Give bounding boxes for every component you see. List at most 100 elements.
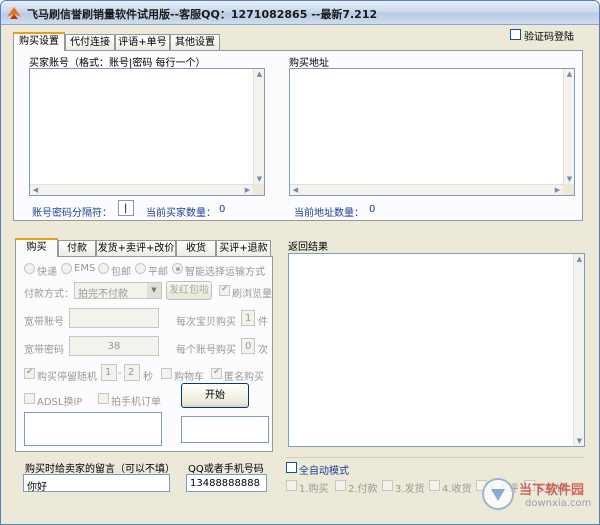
purchase-settings-panel: 买家账号（格式：账号|密码 每行一个） ▲ ▼ ◀ ▶ 购买地址 ▲ ▼ ◀ ▶… — [13, 50, 583, 221]
tab-other-settings[interactable]: 其他设置 — [170, 34, 220, 51]
broadband-account-label: 宽带账号 — [24, 317, 64, 328]
address-count-label: 当前地址数量： — [294, 208, 364, 219]
step-buy-checkbox[interactable] — [286, 480, 297, 491]
buyer-count-value: 0 — [219, 204, 226, 215]
tab-review-refund[interactable]: 买评+退款 — [216, 240, 271, 257]
cart-label: 购物车 — [174, 372, 204, 383]
tab-ship-review-price[interactable]: 发货+卖评+改价 — [96, 240, 176, 257]
shipping-express-label: 快递 — [37, 267, 57, 278]
broadband-password-label: 宽带密码 — [24, 345, 64, 356]
message-input[interactable]: 你好 — [23, 474, 170, 493]
horizontal-scrollbar[interactable]: ◀ ▶ — [290, 184, 563, 195]
payment-method-label: 付款方式： — [24, 289, 74, 300]
per-account-label: 每个账号购买 — [176, 345, 236, 356]
download-logo-icon — [482, 478, 514, 510]
anonymous-label: 匿名购买 — [224, 372, 264, 383]
buyer-accounts-textarea[interactable]: ▲ ▼ ◀ ▶ — [29, 68, 265, 196]
horizontal-scrollbar[interactable]: ◀ ▶ — [30, 184, 253, 195]
results-textarea[interactable]: ▲ ▼ — [288, 253, 585, 447]
status-box — [24, 412, 162, 446]
results-label: 返回结果 — [288, 242, 328, 253]
range-dash: - — [118, 368, 122, 379]
main-area: 购买设置 代付连接 评语+单号 其他设置 验证码登陆 买家账号（格式：账号|密码… — [5, 27, 595, 522]
message-label: 购买时给卖家的留言（可以不填） — [25, 464, 175, 475]
cart-checkbox[interactable] — [161, 368, 172, 379]
stay-unit: 秒 — [143, 372, 153, 383]
purchase-address-textarea[interactable]: ▲ ▼ ◀ ▶ — [289, 68, 575, 196]
phone-input[interactable]: 13488888888 — [186, 474, 267, 492]
anonymous-checkbox[interactable] — [211, 367, 222, 379]
scroll-down-icon[interactable]: ▼ — [254, 174, 265, 184]
brush-view-checkbox[interactable] — [219, 284, 230, 296]
chevron-down-icon[interactable]: ▼ — [147, 283, 161, 298]
watermark-brand: 当下软件园 — [519, 483, 585, 498]
per-item-label: 每次宝贝购买 — [176, 317, 236, 328]
scroll-down-icon[interactable]: ▼ — [564, 174, 575, 184]
stay-max-input[interactable]: 2 — [124, 364, 140, 381]
scroll-down-icon[interactable]: ▼ — [574, 436, 585, 446]
shipping-ems-radio[interactable] — [61, 263, 72, 274]
vertical-scrollbar[interactable]: ▲ ▼ — [563, 69, 574, 184]
broadband-password-input[interactable]: 38 — [69, 336, 159, 356]
watermark-url: downxia.com — [525, 498, 592, 509]
separator-input[interactable]: | — [118, 200, 134, 216]
tab-purchase-settings[interactable]: 购买设置 — [13, 32, 65, 51]
step-pay-checkbox[interactable] — [335, 480, 346, 491]
tab-comments-tracking[interactable]: 评语+单号 — [115, 34, 170, 51]
scroll-right-icon[interactable]: ▶ — [552, 185, 563, 195]
shipping-surface-radio[interactable] — [135, 263, 146, 274]
app-window: 飞马刷信誉刷销量软件试用版--客服QQ：1271082865 --最新7.212… — [0, 0, 600, 525]
tab-proxy-payment[interactable]: 代付连接 — [65, 34, 115, 51]
step-pay-label: 2.付款 — [348, 484, 378, 495]
buy-tab-panel: 快递 EMS 包邮 平邮 智能选择运输方式 付款方式： 拍完不付款 ▼ 发红包啦… — [15, 256, 273, 452]
shipping-free-label: 包邮 — [111, 267, 131, 278]
app-icon — [7, 7, 21, 19]
address-count-value: 0 — [369, 204, 376, 215]
site-watermark: 当下软件园 downxia.com — [481, 473, 591, 517]
scroll-left-icon[interactable]: ◀ — [30, 185, 41, 195]
status-box-right — [181, 416, 269, 443]
scroll-up-icon[interactable]: ▲ — [564, 69, 575, 79]
separator-label: 账号密码分隔符： — [32, 208, 112, 219]
phone-order-label: 拍手机订单 — [111, 397, 161, 408]
tab-pay[interactable]: 付款 — [58, 240, 96, 257]
payment-method-select[interactable]: 拍完不付款 ▼ — [74, 282, 162, 300]
per-item-input[interactable]: 1 — [241, 310, 255, 326]
step-ship-checkbox[interactable] — [382, 480, 393, 491]
title-bar[interactable]: 飞马刷信誉刷销量软件试用版--客服QQ：1271082865 --最新7.212 — [1, 1, 599, 25]
scroll-up-icon[interactable]: ▲ — [574, 254, 585, 264]
adsl-checkbox[interactable] — [24, 393, 35, 404]
captcha-login-checkbox[interactable] — [510, 29, 521, 40]
phone-order-checkbox[interactable] — [98, 393, 109, 404]
phone-label: QQ或者手机号码 — [188, 464, 264, 475]
step-buy-label: 1.购买 — [299, 484, 329, 495]
step-receive-label: 4.收货 — [442, 484, 472, 495]
stay-min-input[interactable]: 1 — [101, 364, 117, 381]
per-account-unit: 次 — [258, 345, 268, 356]
vertical-scrollbar[interactable]: ▲ ▼ — [573, 254, 584, 446]
tab-receive[interactable]: 收货 — [176, 240, 216, 257]
stay-random-checkbox[interactable] — [24, 367, 35, 379]
scroll-left-icon[interactable]: ◀ — [290, 185, 301, 195]
vertical-scrollbar[interactable]: ▲ ▼ — [253, 69, 264, 184]
tab-buy[interactable]: 购买 — [15, 238, 58, 257]
purchase-address-label: 购买地址 — [289, 58, 329, 69]
red-packet-button[interactable]: 发红包啦 — [166, 281, 212, 300]
window-title: 飞马刷信誉刷销量软件试用版--客服QQ：1271082865 --最新7.212 — [27, 8, 378, 21]
scroll-up-icon[interactable]: ▲ — [254, 69, 265, 79]
start-button[interactable]: 开始 — [181, 383, 249, 408]
stay-random-label: 购买停留随机 — [37, 372, 97, 383]
shipping-free-radio[interactable] — [98, 263, 109, 274]
broadband-account-input[interactable] — [69, 308, 159, 328]
auto-mode-label: 全自动模式 — [299, 466, 349, 477]
auto-mode-checkbox[interactable] — [286, 462, 297, 473]
shipping-express-radio[interactable] — [24, 263, 35, 274]
scroll-right-icon[interactable]: ▶ — [242, 185, 253, 195]
shipping-smart-radio[interactable] — [172, 263, 183, 274]
buyer-accounts-label: 买家账号（格式：账号|密码 每行一个） — [29, 58, 206, 69]
adsl-label: ADSL换IP — [37, 397, 83, 408]
per-account-input[interactable]: 0 — [241, 338, 255, 354]
brush-view-label: 刷浏览量 — [232, 289, 272, 300]
step-receive-checkbox[interactable] — [429, 480, 440, 491]
per-item-unit: 件 — [258, 317, 268, 328]
